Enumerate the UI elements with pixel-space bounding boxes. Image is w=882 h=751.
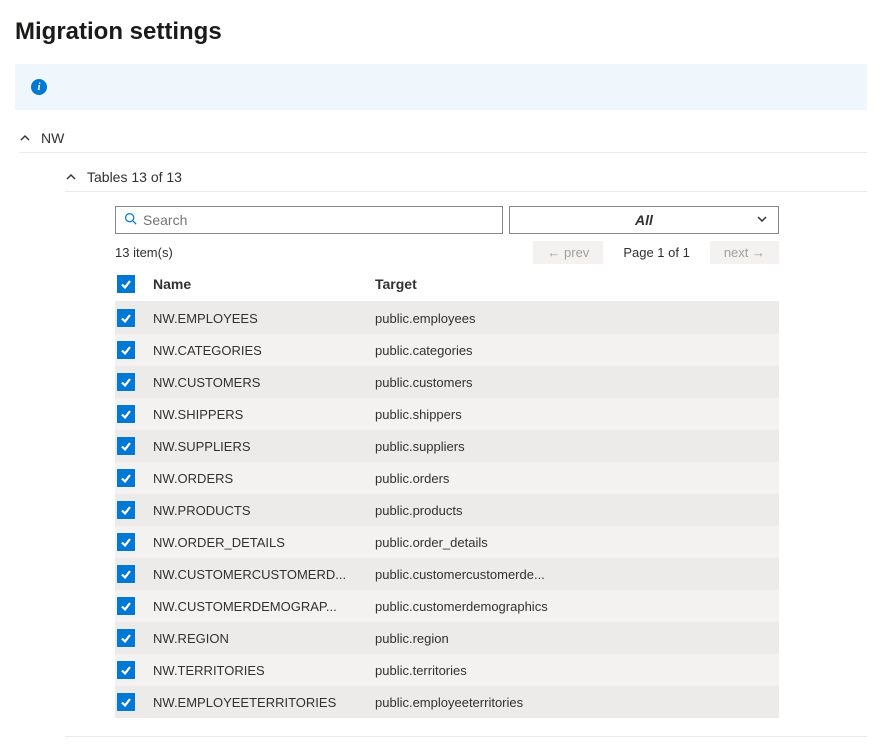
row-checkbox[interactable] xyxy=(117,693,135,711)
database-section-header[interactable]: NW xyxy=(19,124,867,153)
column-header-name[interactable]: Name xyxy=(149,276,375,292)
table-row[interactable]: NW.TERRITORIESpublic.territories xyxy=(115,654,779,686)
row-name: NW.CUSTOMERCUSTOMERD... xyxy=(149,567,375,582)
info-icon: i xyxy=(31,79,47,95)
column-header-target[interactable]: Target xyxy=(375,276,779,292)
row-target: public.suppliers xyxy=(375,439,779,454)
pager: ← prev Page 1 of 1 next → xyxy=(533,241,779,264)
table-row[interactable]: NW.PRODUCTSpublic.products xyxy=(115,494,779,526)
row-target: public.territories xyxy=(375,663,779,678)
table-row[interactable]: NW.EMPLOYEESpublic.employees xyxy=(115,302,779,334)
table-header: Name Target xyxy=(115,266,779,302)
info-banner: i xyxy=(15,64,867,110)
row-target: public.employees xyxy=(375,311,779,326)
row-name: NW.ORDERS xyxy=(149,471,375,486)
filter-dropdown[interactable]: All xyxy=(509,206,779,234)
row-checkbox[interactable] xyxy=(117,565,135,583)
row-name: NW.ORDER_DETAILS xyxy=(149,535,375,550)
table-row[interactable]: NW.ORDER_DETAILSpublic.order_details xyxy=(115,526,779,558)
row-name: NW.PRODUCTS xyxy=(149,503,375,518)
row-target: public.categories xyxy=(375,343,779,358)
table-row[interactable]: NW.SUPPLIERSpublic.suppliers xyxy=(115,430,779,462)
row-name: NW.EMPLOYEES xyxy=(149,311,375,326)
next-button[interactable]: next → xyxy=(710,241,779,264)
row-name: NW.CUSTOMERDEMOGRAP... xyxy=(149,599,375,614)
row-target: public.customercustomerde... xyxy=(375,567,779,582)
table-row[interactable]: NW.CUSTOMERDEMOGRAP...public.customerdem… xyxy=(115,590,779,622)
filter-selected-label: All xyxy=(635,212,653,228)
table-body: NW.EMPLOYEESpublic.employeesNW.CATEGORIE… xyxy=(115,302,779,718)
row-checkbox[interactable] xyxy=(117,597,135,615)
row-name: NW.CATEGORIES xyxy=(149,343,375,358)
row-checkbox[interactable] xyxy=(117,309,135,327)
item-count: 13 item(s) xyxy=(115,245,173,260)
row-checkbox[interactable] xyxy=(117,469,135,487)
row-target: public.orders xyxy=(375,471,779,486)
tables-container: All 13 item(s) ← prev Page 1 of 1 next →… xyxy=(115,206,779,718)
tables-section-header[interactable]: Tables 13 of 13 xyxy=(65,163,867,192)
row-name: NW.TERRITORIES xyxy=(149,663,375,678)
table-row[interactable]: NW.CATEGORIESpublic.categories xyxy=(115,334,779,366)
row-name: NW.SHIPPERS xyxy=(149,407,375,422)
search-input[interactable] xyxy=(143,212,494,228)
row-target: public.order_details xyxy=(375,535,779,550)
table-row[interactable]: NW.REGIONpublic.region xyxy=(115,622,779,654)
row-checkbox[interactable] xyxy=(117,405,135,423)
row-target: public.shippers xyxy=(375,407,779,422)
table-row[interactable]: NW.SHIPPERSpublic.shippers xyxy=(115,398,779,430)
table-row[interactable]: NW.EMPLOYEETERRITORIESpublic.employeeter… xyxy=(115,686,779,718)
row-name: NW.REGION xyxy=(149,631,375,646)
prev-button[interactable]: ← prev xyxy=(533,241,603,264)
row-name: NW.SUPPLIERS xyxy=(149,439,375,454)
search-icon xyxy=(124,212,137,228)
row-target: public.customers xyxy=(375,375,779,390)
table-row[interactable]: NW.CUSTOMERSpublic.customers xyxy=(115,366,779,398)
row-name: NW.EMPLOYEETERRITORIES xyxy=(149,695,375,710)
row-name: NW.CUSTOMERS xyxy=(149,375,375,390)
select-all-checkbox[interactable] xyxy=(117,275,135,293)
row-target: public.products xyxy=(375,503,779,518)
row-checkbox[interactable] xyxy=(117,533,135,551)
search-field-wrap[interactable] xyxy=(115,206,503,234)
page-title: Migration settings xyxy=(15,18,867,46)
row-target: public.region xyxy=(375,631,779,646)
database-label: NW xyxy=(41,130,64,146)
table-row[interactable]: NW.ORDERSpublic.orders xyxy=(115,462,779,494)
row-target: public.customerdemographics xyxy=(375,599,779,614)
chevron-down-icon xyxy=(756,212,768,228)
row-target: public.employeeterritories xyxy=(375,695,779,710)
tables-count-label: Tables 13 of 13 xyxy=(87,169,182,185)
chevron-up-icon xyxy=(19,132,31,144)
row-checkbox[interactable] xyxy=(117,437,135,455)
row-checkbox[interactable] xyxy=(117,629,135,647)
page-indicator: Page 1 of 1 xyxy=(613,245,700,260)
table-row[interactable]: NW.CUSTOMERCUSTOMERD...public.customercu… xyxy=(115,558,779,590)
section-divider xyxy=(65,736,867,737)
chevron-up-icon xyxy=(65,171,77,183)
row-checkbox[interactable] xyxy=(117,661,135,679)
row-checkbox[interactable] xyxy=(117,501,135,519)
row-checkbox[interactable] xyxy=(117,341,135,359)
row-checkbox[interactable] xyxy=(117,373,135,391)
